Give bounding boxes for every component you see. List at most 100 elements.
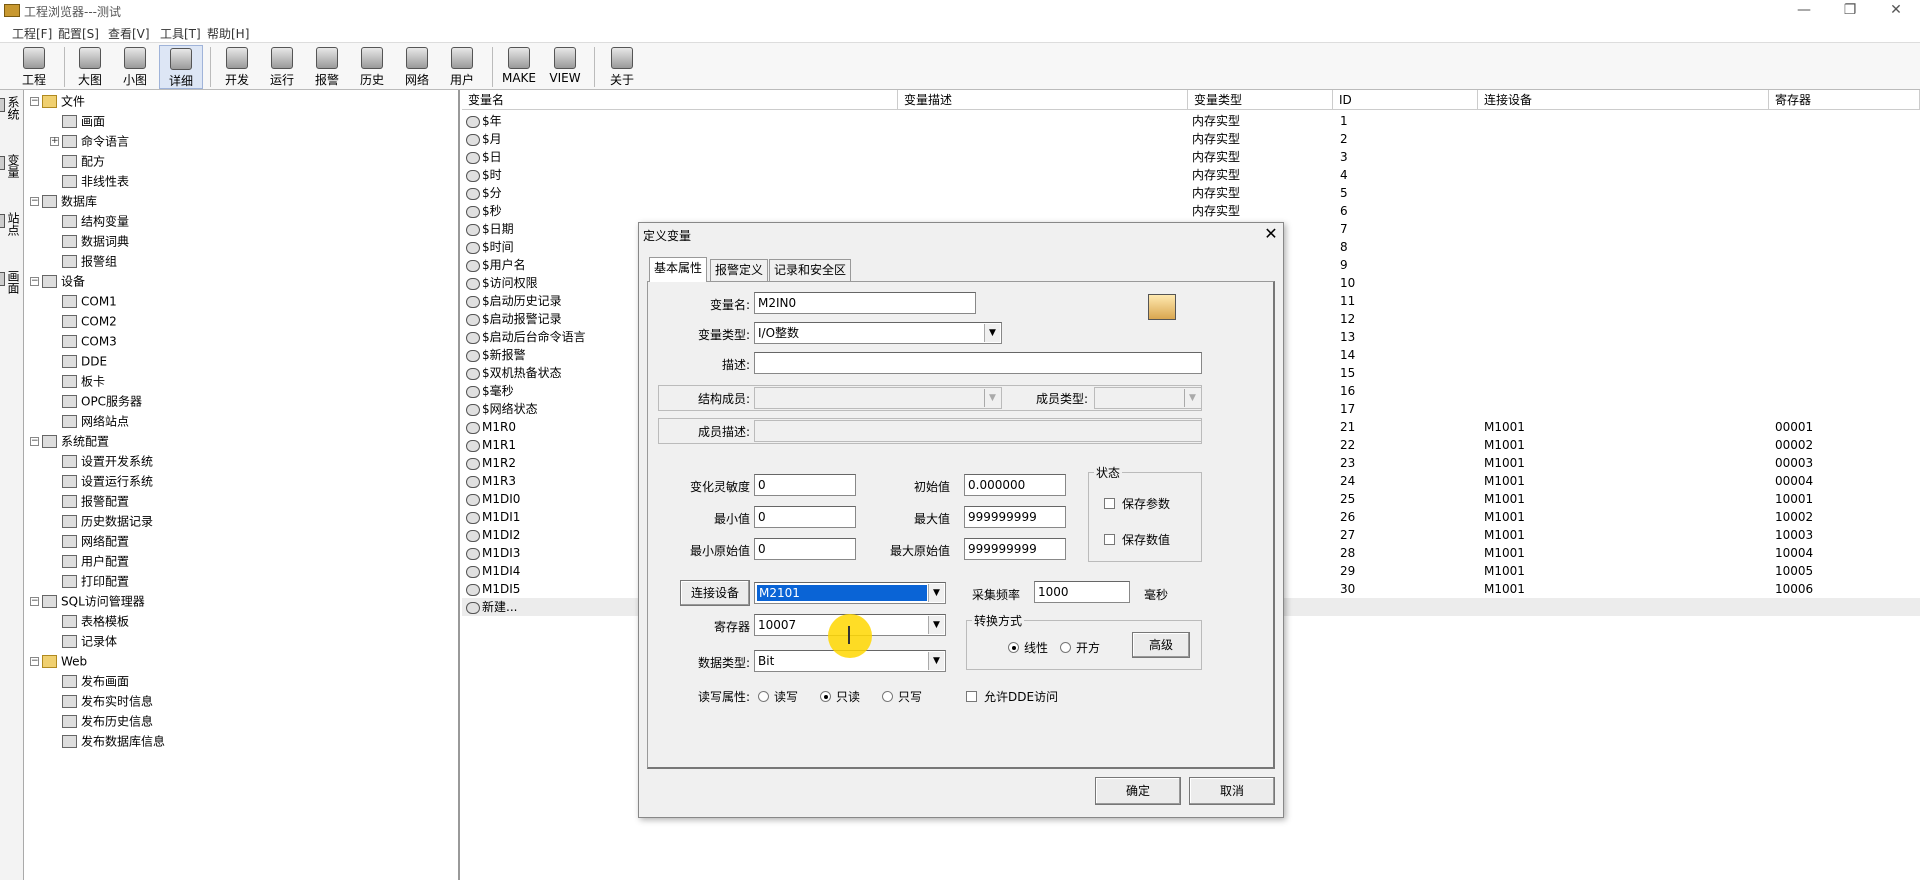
- toolbar-run-button[interactable]: 运行: [260, 45, 304, 89]
- tree-node[interactable]: 设置开发系统: [30, 451, 165, 471]
- tree-node[interactable]: − 设备: [30, 271, 165, 291]
- variable-browse-icon[interactable]: [1148, 294, 1176, 320]
- table-row[interactable]: $秒 内存实型 6: [462, 202, 1920, 220]
- tree-node[interactable]: 历史数据记录: [30, 511, 165, 531]
- minimize-button[interactable]: —: [1784, 2, 1824, 20]
- tree-node[interactable]: 用户配置: [30, 551, 165, 571]
- tree-node[interactable]: COM3: [30, 331, 165, 351]
- advanced-button[interactable]: 高级: [1132, 632, 1190, 658]
- toolbar-small-icons-button[interactable]: 小图: [113, 45, 157, 89]
- tree-node[interactable]: 网络站点: [30, 411, 165, 431]
- tab-basic-properties[interactable]: 基本属性: [649, 257, 708, 282]
- collapse-icon[interactable]: −: [30, 197, 39, 206]
- tree-node[interactable]: COM2: [30, 311, 165, 331]
- toolbar-make-button[interactable]: MAKE: [497, 45, 541, 89]
- rw-readwrite-radio[interactable]: [758, 691, 769, 702]
- menu-view[interactable]: 查看[V]: [108, 25, 150, 42]
- menu-help[interactable]: 帮助[H]: [207, 25, 249, 42]
- toolbar-alarm-button[interactable]: 报警: [305, 45, 349, 89]
- collapse-icon[interactable]: −: [30, 657, 39, 666]
- restore-button[interactable]: ❐: [1830, 2, 1870, 20]
- tree-node[interactable]: 网络配置: [30, 531, 165, 551]
- save-params-checkbox[interactable]: [1104, 498, 1115, 509]
- initial-field[interactable]: 0.000000: [964, 474, 1066, 496]
- tree-node[interactable]: − 系统配置: [30, 431, 165, 451]
- tree-node[interactable]: 报警组: [30, 251, 165, 271]
- device-select[interactable]: M2101 ▼: [754, 582, 946, 604]
- connect-device-button[interactable]: 连接设备: [680, 580, 750, 606]
- collapse-icon[interactable]: −: [30, 597, 39, 606]
- column-header-type[interactable]: 变量类型: [1188, 90, 1333, 110]
- tree-node[interactable]: COM1: [30, 291, 165, 311]
- tree-node[interactable]: 打印配置: [30, 571, 165, 591]
- min-raw-field[interactable]: 0: [754, 538, 856, 560]
- column-header-id[interactable]: ID: [1333, 90, 1478, 110]
- toolbar-details-button[interactable]: 详细: [159, 45, 203, 89]
- tree-node[interactable]: 发布数据库信息: [30, 731, 165, 751]
- tree-node[interactable]: OPC服务器: [30, 391, 165, 411]
- tree-node[interactable]: − Web: [30, 651, 165, 671]
- tree-node[interactable]: 数据词典: [30, 231, 165, 251]
- vtab-screens[interactable]: 画面: [0, 270, 22, 294]
- tree-node[interactable]: 记录体: [30, 631, 165, 651]
- rw-readonly-radio[interactable]: [820, 691, 831, 702]
- toolbar-large-icons-button[interactable]: 大图: [68, 45, 112, 89]
- expand-icon[interactable]: +: [50, 137, 59, 146]
- tree-node[interactable]: − 数据库: [30, 191, 165, 211]
- table-row[interactable]: $年 内存实型 1: [462, 112, 1920, 130]
- max-field[interactable]: 999999999: [964, 506, 1066, 528]
- var-type-select[interactable]: I/O整数 ▼: [754, 322, 1002, 344]
- rw-writeonly-radio[interactable]: [882, 691, 893, 702]
- vtab-stations[interactable]: 站点: [0, 212, 22, 236]
- collapse-icon[interactable]: −: [30, 277, 39, 286]
- tree-node[interactable]: 板卡: [30, 371, 165, 391]
- collapse-icon[interactable]: −: [30, 437, 39, 446]
- tree-node[interactable]: DDE: [30, 351, 165, 371]
- table-row[interactable]: $时 内存实型 4: [462, 166, 1920, 184]
- vtab-variables[interactable]: 变量: [0, 154, 22, 178]
- cancel-button[interactable]: 取消: [1189, 777, 1275, 805]
- dialog-close-button[interactable]: ✕: [1259, 223, 1283, 245]
- linear-radio[interactable]: [1008, 642, 1019, 653]
- toolbar-view-button[interactable]: VIEW: [543, 45, 587, 89]
- collapse-icon[interactable]: −: [30, 97, 39, 106]
- tree-node[interactable]: − 文件: [30, 91, 165, 111]
- tree-node[interactable]: 报警配置: [30, 491, 165, 511]
- tree-node[interactable]: 配方: [30, 151, 165, 171]
- tree-node[interactable]: 画面: [30, 111, 165, 131]
- tree-node[interactable]: − SQL访问管理器: [30, 591, 165, 611]
- tab-alarm-definition[interactable]: 报警定义: [710, 259, 769, 281]
- collect-freq-field[interactable]: 1000: [1034, 581, 1130, 603]
- toolbar-develop-button[interactable]: 开发: [215, 45, 259, 89]
- table-row[interactable]: $分 内存实型 5: [462, 184, 1920, 202]
- menu-project[interactable]: 工程[F]: [12, 25, 52, 42]
- sqrt-radio[interactable]: [1060, 642, 1071, 653]
- tree-node[interactable]: 结构变量: [30, 211, 165, 231]
- allow-dde-checkbox[interactable]: [966, 691, 977, 702]
- table-row[interactable]: $日 内存实型 3: [462, 148, 1920, 166]
- toolbar-history-button[interactable]: 历史: [350, 45, 394, 89]
- tree-node[interactable]: 发布历史信息: [30, 711, 165, 731]
- column-header-device[interactable]: 连接设备: [1478, 90, 1769, 110]
- column-header-description[interactable]: 变量描述: [898, 90, 1188, 110]
- toolbar-project-button[interactable]: 工程: [12, 45, 56, 89]
- tree-node[interactable]: + 命令语言: [30, 131, 165, 151]
- menu-tools[interactable]: 工具[T]: [160, 25, 201, 42]
- column-header-name[interactable]: 变量名: [462, 90, 898, 110]
- tree-node[interactable]: 发布实时信息: [30, 691, 165, 711]
- desc-field[interactable]: [754, 352, 1202, 374]
- toolbar-user-button[interactable]: 用户: [440, 45, 484, 89]
- menu-config[interactable]: 配置[S]: [58, 25, 99, 42]
- ok-button[interactable]: 确定: [1095, 777, 1181, 805]
- save-values-checkbox[interactable]: [1104, 534, 1115, 545]
- tree-node[interactable]: 设置运行系统: [30, 471, 165, 491]
- close-window-button[interactable]: ✕: [1876, 2, 1916, 20]
- tree-node[interactable]: 发布画面: [30, 671, 165, 691]
- tree-node[interactable]: 非线性表: [30, 171, 165, 191]
- min-field[interactable]: 0: [754, 506, 856, 528]
- toolbar-about-button[interactable]: 关于: [600, 45, 644, 89]
- tab-record-security[interactable]: 记录和安全区: [769, 259, 852, 281]
- sensitivity-field[interactable]: 0: [754, 474, 856, 496]
- max-raw-field[interactable]: 999999999: [964, 538, 1066, 560]
- table-row[interactable]: $月 内存实型 2: [462, 130, 1920, 148]
